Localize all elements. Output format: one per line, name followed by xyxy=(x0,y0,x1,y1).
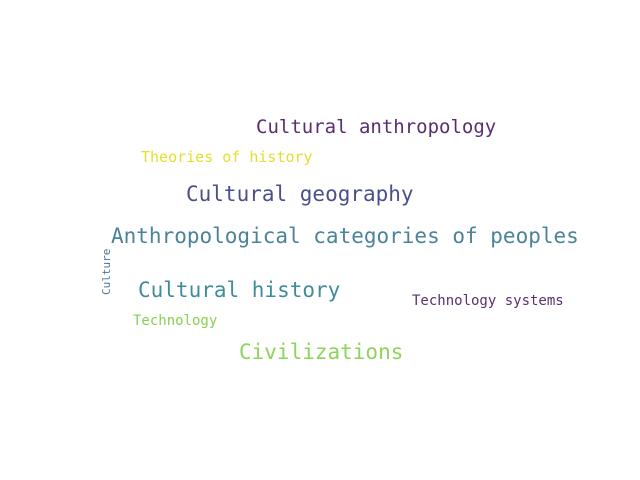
word-technology: Technology xyxy=(133,313,218,329)
word-anthropological-categories-of-peoples: Anthropological categories of peoples xyxy=(111,224,579,248)
word-cultural-anthropology: Cultural anthropology xyxy=(256,116,497,138)
word-cloud: Cultural anthropology Theories of histor… xyxy=(0,0,640,480)
word-cultural-history: Cultural history xyxy=(138,278,341,302)
word-technology-systems: Technology systems xyxy=(412,293,564,309)
word-culture: Culture xyxy=(100,248,113,295)
word-theories-of-history: Theories of history xyxy=(141,148,313,166)
word-cultural-geography: Cultural geography xyxy=(186,182,414,206)
word-civilizations: Civilizations xyxy=(239,340,404,364)
